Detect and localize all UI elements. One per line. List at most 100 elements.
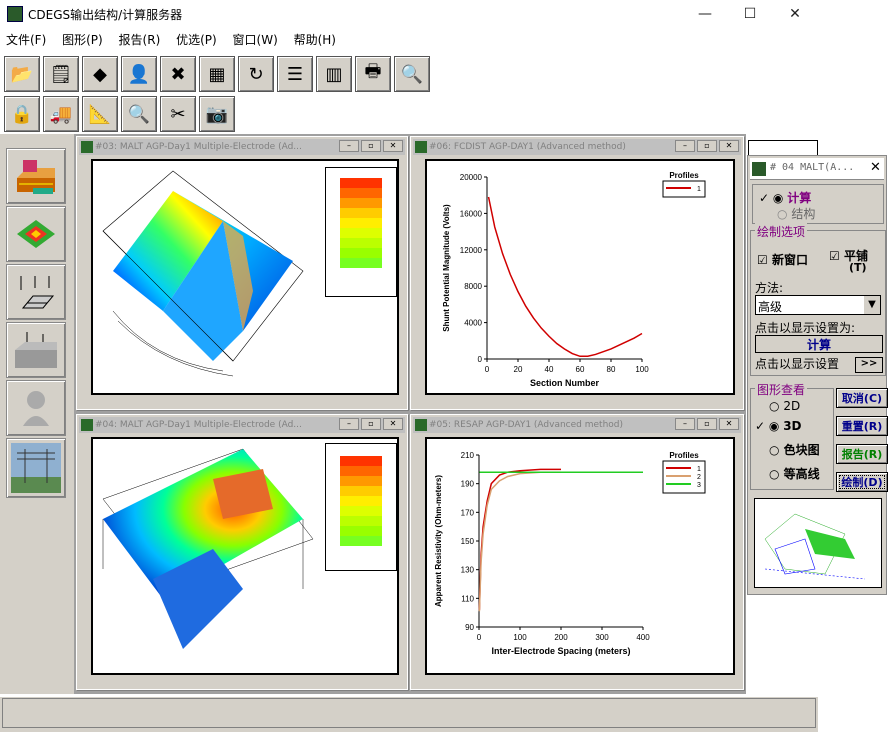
close-button[interactable]: ✕ [719, 140, 739, 152]
printer-button[interactable]: 🖶 [355, 56, 391, 92]
delete-button[interactable]: ✖ [160, 56, 196, 92]
electrode-button[interactable] [6, 264, 66, 320]
y-tick-label: 150 [461, 537, 475, 546]
menu-file[interactable]: 文件(F) [0, 28, 52, 51]
status-field [2, 698, 816, 728]
x-tick-label: 40 [545, 365, 554, 374]
resap-chart-window[interactable]: #05: RESAP AGP-DAY1 (Advanced method) – ▫… [410, 414, 744, 690]
draw-button[interactable]: 绘制(D) [836, 472, 888, 492]
view-2d-label: 2D [783, 399, 801, 413]
figure-button[interactable] [6, 380, 66, 436]
camera-button[interactable]: 📷 [199, 96, 235, 132]
method-label: 方法: [755, 281, 784, 295]
y-axis-label: Shunt Potential Magnitude (Volts) [442, 204, 451, 332]
delete-icon: ✖ [170, 63, 186, 85]
method-select[interactable]: 高级 ▼ [755, 295, 881, 315]
radio-empty-icon: ○ [769, 443, 780, 457]
folder-open-icon: 📂 [10, 63, 34, 85]
maximize-button[interactable]: ▫ [697, 418, 717, 430]
soil-structure-button[interactable] [6, 322, 66, 378]
shapes-button[interactable]: ◆ [82, 56, 118, 92]
chevron-down-icon[interactable]: ▼ [864, 296, 880, 314]
minimize-button[interactable]: – [675, 418, 695, 430]
legend-label-1: 1 [697, 186, 701, 193]
report-button[interactable]: 报告(R) [836, 444, 888, 464]
close-button[interactable]: ✕ [383, 140, 403, 152]
menu-preferences[interactable]: 优选(P) [170, 28, 223, 51]
struct-label: 结构 [791, 207, 816, 221]
close-button[interactable]: ✕ [772, 0, 818, 28]
menu-window[interactable]: 窗口(W) [227, 28, 284, 51]
thumbnail-preview [754, 498, 882, 588]
minimize-button[interactable]: – [675, 140, 695, 152]
malt-3d-window[interactable]: #03: MALT AGP-Day1 Multiple-Electrode (A… [76, 136, 408, 410]
more-button[interactable]: >> [855, 357, 883, 373]
new-window-checkbox[interactable]: ☑ 新窗口 [757, 251, 808, 268]
method-value: 高级 [758, 300, 783, 314]
y-tick-label: 8000 [464, 282, 482, 291]
calc-button[interactable]: 计算 [755, 335, 883, 353]
y-tick-label: 12000 [460, 246, 483, 255]
edit-properties-button[interactable]: 🗒 [43, 56, 79, 92]
properties-close-icon[interactable]: ✕ [870, 160, 881, 175]
y-tick-label: 20000 [460, 173, 483, 182]
calc-radio[interactable]: ✓ ◉ 计算 [759, 189, 811, 206]
stack-button[interactable]: ☰ [277, 56, 313, 92]
y-tick-label: 90 [465, 623, 474, 632]
print-preview-button[interactable]: 🔍 [394, 56, 430, 92]
grid-3d-button[interactable] [6, 148, 66, 204]
reset-button[interactable]: 重置(R) [836, 416, 888, 436]
person-button[interactable]: 👤 [121, 56, 157, 92]
refresh-icon: ↻ [248, 63, 264, 85]
refresh-button[interactable]: ↻ [238, 56, 274, 92]
magnifier-button[interactable]: 🔍 [121, 96, 157, 132]
view-2d-radio[interactable]: ○ 2D [769, 399, 800, 413]
view-contour-radio[interactable]: ○ 等高线 [769, 465, 820, 482]
secondary-toolbar: 🔒 🚚 📐 🔍 ✂ 📷 [0, 94, 240, 134]
x-axis-label: Section Number [530, 378, 600, 388]
y-axis-label: Apparent Resistivity (Ohm-meters) [434, 475, 443, 607]
color-legend [325, 167, 397, 297]
columns-button[interactable]: ▥ [316, 56, 352, 92]
radio-selected-icon: ◉ [768, 419, 780, 433]
left-tool-panel [0, 134, 74, 694]
chart-frame-button[interactable]: ▦ [199, 56, 235, 92]
minimize-button[interactable]: – [339, 418, 359, 430]
fcdist-chart-window[interactable]: #06: FCDIST AGP-DAY1 (Advanced method) –… [410, 136, 744, 410]
cancel-button[interactable]: 取消(C) [836, 388, 888, 408]
properties-title-bar: # 04 MALT(A... ✕ [750, 158, 884, 180]
menu-help[interactable]: 帮助(H) [288, 28, 342, 51]
radio-empty-icon: ○ [769, 467, 780, 481]
struct-radio[interactable]: ○ 结构 [777, 205, 815, 222]
truck-button[interactable]: 🚚 [43, 96, 79, 132]
minimize-button[interactable]: – [339, 140, 359, 152]
close-button[interactable]: ✕ [383, 418, 403, 430]
draw-options-label: 绘制选项 [755, 223, 808, 240]
surface-plot-button[interactable] [6, 206, 66, 262]
window-icon [81, 141, 93, 153]
view-3d-radio[interactable]: ✓ ◉ 3D [755, 419, 802, 433]
scissors-button[interactable]: ✂ [160, 96, 196, 132]
malt-surface-window[interactable]: #04: MALT AGP-Day1 Multiple-Electrode (A… [76, 414, 408, 690]
view-color-radio[interactable]: ○ 色块图 [769, 441, 820, 458]
lock-button[interactable]: 🔒 [4, 96, 40, 132]
ruler-button[interactable]: 📐 [82, 96, 118, 132]
maximize-button[interactable]: ▫ [697, 140, 717, 152]
properties-title: # 04 MALT(A... [770, 162, 855, 173]
maximize-button[interactable]: ▫ [361, 140, 381, 152]
columns-icon: ▥ [325, 63, 343, 85]
folder-open-button[interactable]: 📂 [4, 56, 40, 92]
minimize-button[interactable]: — [682, 0, 728, 28]
person-icon: 👤 [127, 63, 151, 85]
draw-options-group: 绘制选项 ☑ 新窗口 ☑ 平铺 (T) 方法: 高级 ▼ 点击以显示设置为: 计… [750, 223, 886, 376]
grid-3d-icon [17, 160, 55, 194]
stack-icon: ☰ [286, 63, 304, 85]
tower-button[interactable] [6, 438, 66, 498]
maximize-button[interactable]: ☐ [727, 0, 773, 28]
maximize-button[interactable]: ▫ [361, 418, 381, 430]
close-button[interactable]: ✕ [719, 418, 739, 430]
radio-empty-icon: ○ [777, 207, 788, 221]
menu-report[interactable]: 报告(R) [113, 28, 167, 51]
y-tick-label: 170 [461, 508, 475, 517]
menu-graphics[interactable]: 图形(P) [56, 28, 109, 51]
